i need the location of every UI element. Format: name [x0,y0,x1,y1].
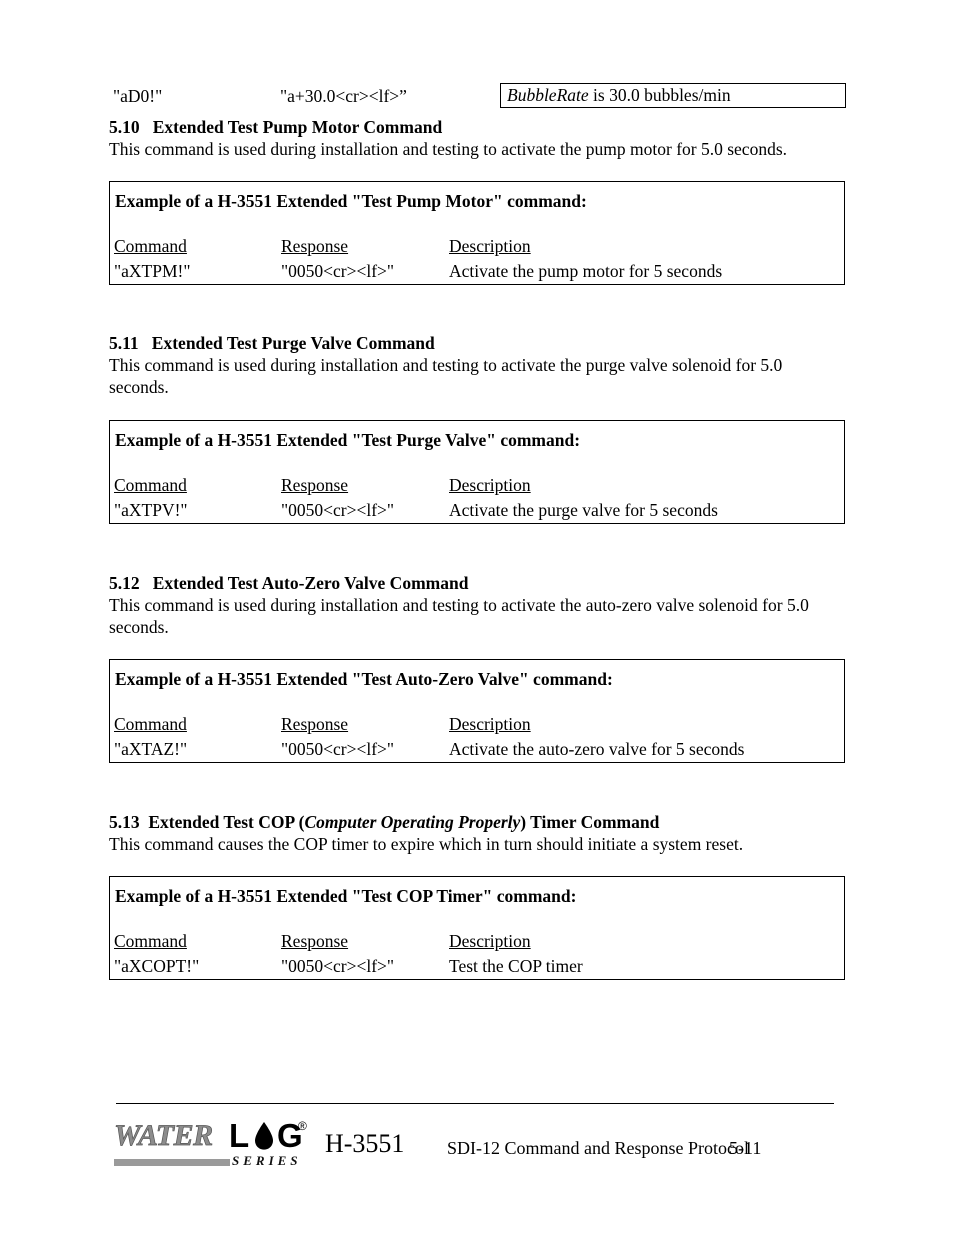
section-5-13-heading: 5.13 Extended Test COP (Computer Operati… [109,811,849,833]
example-box-cop-timer: Example of a H-3551 Extended "Test COP T… [109,876,845,980]
example-box-purge-valve: Example of a H-3551 Extended "Test Purge… [109,420,845,524]
col-header-description: Description [449,714,531,734]
section-5-12-title: Extended Test Auto-Zero Valve Command [152,573,469,593]
section-5-10-title: Extended Test Pump Motor Command [152,117,443,137]
page-footer: WATER L G ® SERIES H-3551 SDI-12 Command… [109,1112,849,1182]
section-5-13-number: 5.13 [109,812,140,832]
cell-description: Activate the auto-zero valve for 5 secon… [449,739,745,759]
table-row: "aXCOPT!" "0050<cr><lf>" Test the COP ti… [114,956,840,981]
bubble-rate-value: is 30.0 bubbles/min [588,85,731,105]
section-5-12: 5.12 Extended Test Auto-Zero Valve Comma… [109,572,849,638]
cell-command: "aXCOPT!" [114,956,200,976]
example-table-purge-valve: Command Response Description "aXTPV!" "0… [114,475,840,525]
col-header-description: Description [449,236,531,256]
waterlog-logo: WATER L G ® SERIES [114,1117,312,1176]
table-header-row: Command Response Description [114,931,840,956]
water-drop-icon [253,1122,275,1150]
cell-response: "0050<cr><lf>" [281,739,395,759]
example-table-cop-timer: Command Response Description "aXCOPT!" "… [114,931,840,981]
example-title-auto-zero-valve: Example of a H-3551 Extended "Test Auto-… [115,669,613,689]
logo-gray-bar [114,1159,230,1166]
footer-page-number: 5-11 [729,1138,762,1158]
col-header-command: Command [114,236,187,256]
cell-description: Activate the purge valve for 5 seconds [449,500,718,520]
example-title-cop-timer: Example of a H-3551 Extended "Test COP T… [115,886,577,906]
document-page: "aD0!" "a+30.0<cr><lf>” BubbleRate is 30… [0,0,954,1235]
section-5-13-title-italic: Computer Operating Properly [304,812,521,832]
bubble-rate-note-box: BubbleRate is 30.0 bubbles/min [500,83,846,108]
col-header-command: Command [114,475,187,495]
cell-command: "aXTPV!" [114,500,188,520]
section-5-11: 5.11 Extended Test Purge Valve Command T… [109,332,849,398]
cell-response: "0050<cr><lf>" [281,956,395,976]
col-header-command: Command [114,931,187,951]
section-5-13-title-suffix: ) Timer Command [520,812,660,832]
section-5-13-body: This command causes the COP timer to exp… [109,834,744,854]
cell-response: "0050<cr><lf>" [281,500,395,520]
section-5-10-heading: 5.10 Extended Test Pump Motor Command [109,116,849,138]
col-header-description: Description [449,931,531,951]
section-5-10: 5.10 Extended Test Pump Motor Command Th… [109,116,849,161]
carry-over-response: "a+30.0<cr><lf>” [280,86,407,106]
section-5-12-heading: 5.12 Extended Test Auto-Zero Valve Comma… [109,572,849,594]
section-5-13: 5.13 Extended Test COP (Computer Operati… [109,811,849,856]
section-5-11-body: This command is used during installation… [109,355,783,397]
registered-trademark-icon: ® [298,1119,307,1133]
col-header-response: Response [281,714,349,734]
table-row: "aXTPV!" "0050<cr><lf>" Activate the pur… [114,500,840,525]
cell-description: Activate the pump motor for 5 seconds [449,261,723,281]
section-5-12-number: 5.12 [109,573,140,593]
logo-log-left: L [229,1117,251,1154]
section-5-13-title: Extended Test COP ( [148,812,305,832]
carry-over-command: "aD0!" [113,86,163,106]
table-row: "aXTPM!" "0050<cr><lf>" Activate the pum… [114,261,840,286]
example-box-pump-motor: Example of a H-3551 Extended "Test Pump … [109,181,845,285]
section-5-12-body: This command is used during installation… [109,595,809,637]
section-5-10-number: 5.10 [109,117,140,137]
example-table-auto-zero-valve: Command Response Description "aXTAZ!" "0… [114,714,840,764]
logo-water-text: WATER [114,1119,214,1152]
table-header-row: Command Response Description [114,236,840,261]
example-table-pump-motor: Command Response Description "aXTPM!" "0… [114,236,840,286]
table-header-row: Command Response Description [114,714,840,739]
section-5-11-number: 5.11 [109,333,139,353]
carry-over-row: "aD0!" "a+30.0<cr><lf>” BubbleRate is 30… [109,83,849,112]
logo-series-text: SERIES [232,1153,302,1168]
footer-model-number: H-3551 [325,1129,405,1158]
cell-command: "aXTAZ!" [114,739,188,759]
footer-document-title: SDI-12 Command and Response Protocol [447,1138,749,1158]
col-header-description: Description [449,475,531,495]
footer-divider [116,1103,834,1104]
table-row: "aXTAZ!" "0050<cr><lf>" Activate the aut… [114,739,840,764]
col-header-response: Response [281,475,349,495]
example-title-pump-motor: Example of a H-3551 Extended "Test Pump … [115,191,587,211]
col-header-response: Response [281,236,349,256]
table-header-row: Command Response Description [114,475,840,500]
section-5-11-title: Extended Test Purge Valve Command [151,333,435,353]
cell-response: "0050<cr><lf>" [281,261,395,281]
col-header-command: Command [114,714,187,734]
cell-description: Test the COP timer [449,956,583,976]
section-5-11-heading: 5.11 Extended Test Purge Valve Command [109,332,849,354]
section-5-10-body: This command is used during installation… [109,139,788,159]
example-title-purge-valve: Example of a H-3551 Extended "Test Purge… [115,430,581,450]
cell-command: "aXTPM!" [114,261,191,281]
col-header-response: Response [281,931,349,951]
bubble-rate-term: BubbleRate [507,85,589,105]
example-box-auto-zero-valve: Example of a H-3551 Extended "Test Auto-… [109,659,845,763]
